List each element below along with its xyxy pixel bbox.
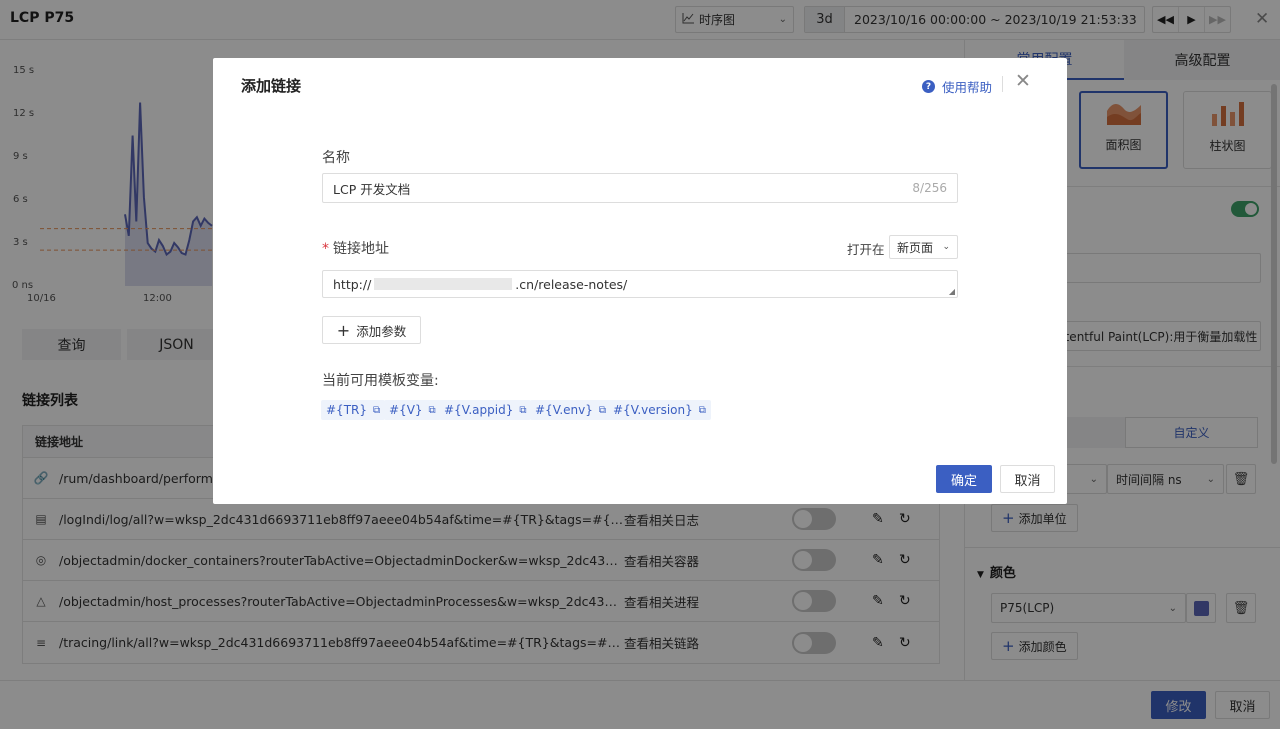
var-text: #{V.env} [535,403,593,417]
char-count: 8/256 [912,181,947,195]
vars-label: 当前可用模板变量: [322,373,439,389]
redacted-block [374,278,513,290]
add-link-dialog: 添加链接 ? 使用帮助 ✕ 名称 LCP 开发文档 8/256 * 链接地址 打开… [213,58,1067,504]
var-text: #{TR} [326,403,367,417]
template-var-chip[interactable]: #{V.env} ⧉ [530,400,612,420]
confirm-button[interactable]: 确定 [936,465,992,493]
copy-icon[interactable]: ⧉ [519,405,526,416]
url-label-text: 链接地址 [333,241,389,257]
help-icon: ? [922,80,935,93]
copy-icon[interactable]: ⧉ [429,405,436,416]
add-param-label: 添加参数 [356,323,407,339]
template-var-chip[interactable]: #{V.version} ⧉ [608,400,711,420]
copy-icon[interactable]: ⧉ [373,405,380,416]
var-text: #{V.version} [613,403,693,417]
url-suffix: .cn/release-notes/ [515,276,628,292]
template-var-chip[interactable]: #{TR} ⧉ [321,400,386,420]
dialog-cancel-button[interactable]: 取消 [1000,465,1055,493]
copy-icon[interactable]: ⧉ [699,405,706,416]
name-input-value: LCP 开发文档 [333,181,411,197]
chevron-down-icon: ⌄ [942,242,950,252]
required-mark: * [322,241,329,257]
name-label: 名称 [322,150,350,166]
open-in-label: 打开在 [847,242,885,257]
resize-handle-icon[interactable]: ◢ [949,287,955,296]
help-label: 使用帮助 [942,80,993,95]
template-var-chip[interactable]: #{V} ⧉ [384,400,441,420]
template-var-chip[interactable]: #{V.appid} ⧉ [439,400,532,420]
dialog-title: 添加链接 [241,77,302,95]
url-textarea[interactable]: http:// .cn/release-notes/ ◢ [322,270,958,298]
url-prefix: http:// [333,276,372,292]
open-in-value: 新页面 [897,240,934,255]
open-in-select[interactable]: 新页面 ⌄ [889,235,958,259]
var-text: #{V} [389,403,423,417]
help-link[interactable]: ? 使用帮助 [922,77,992,96]
url-label: * 链接地址 [322,238,389,258]
name-input[interactable]: LCP 开发文档 8/256 [322,173,958,203]
var-text: #{V.appid} [444,403,514,417]
divider [1002,76,1003,92]
plus-icon: + [336,320,351,340]
copy-icon[interactable]: ⧉ [599,405,606,416]
add-param-button[interactable]: + 添加参数 [322,316,421,344]
close-icon[interactable]: ✕ [1015,72,1031,91]
